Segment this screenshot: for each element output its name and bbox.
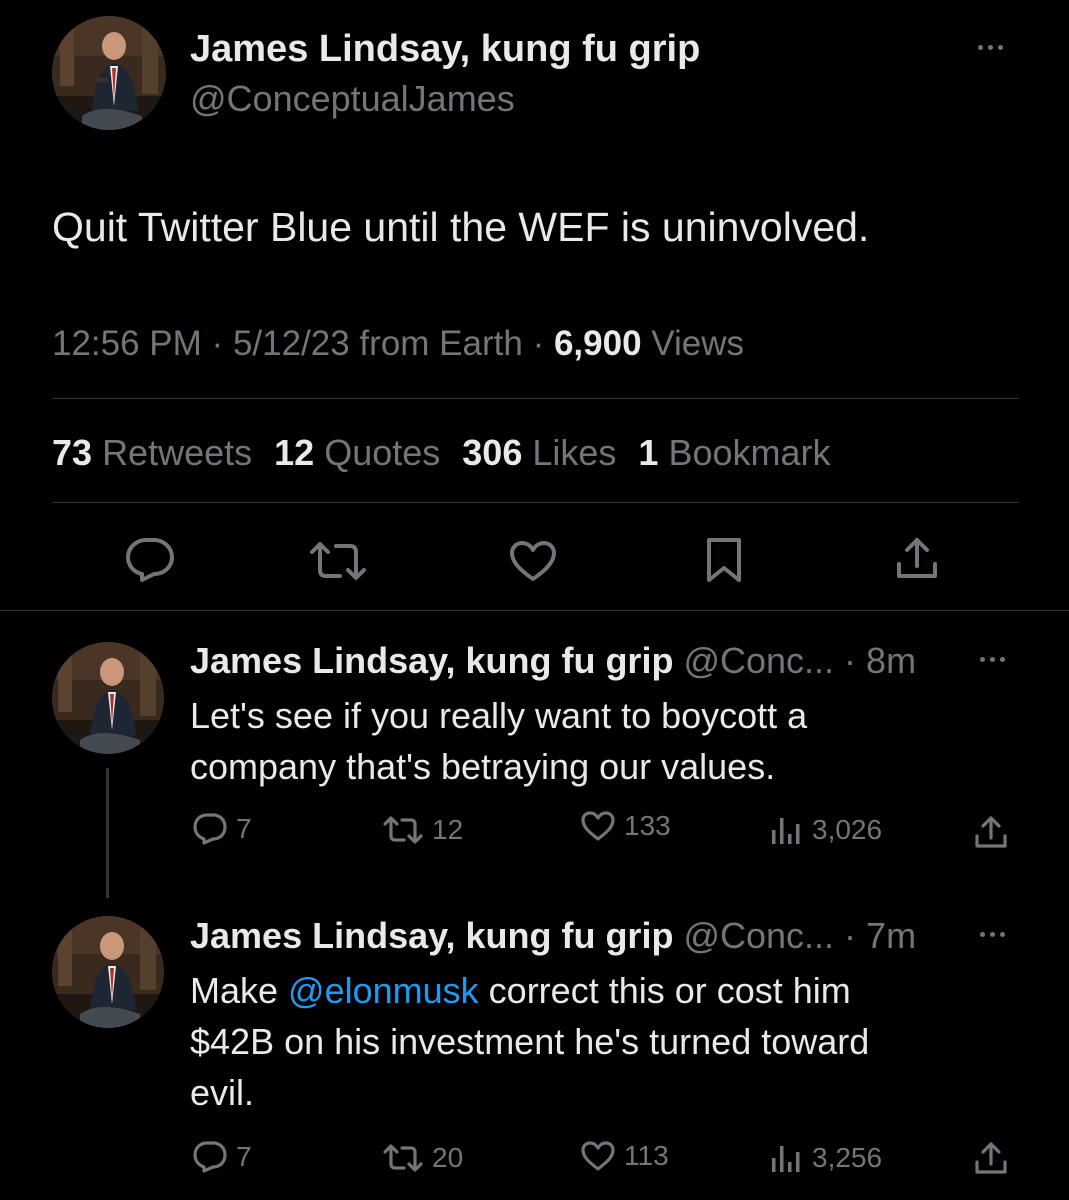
retweet-icon[interactable]	[308, 540, 368, 587]
more-options-icon[interactable]	[980, 932, 1005, 937]
share-icon	[975, 816, 1007, 848]
retweet-button[interactable]: 12	[382, 814, 463, 846]
retweet-count: 12	[432, 814, 464, 845]
reply-text-line: company that's betraying our values.	[190, 746, 776, 787]
views-icon	[772, 1146, 800, 1172]
more-options-icon[interactable]	[978, 45, 1003, 50]
retweets-label: Retweets	[102, 432, 253, 473]
bookmark-icon[interactable]	[704, 536, 744, 589]
bookmarks-stat[interactable]: 1 Bookmark	[638, 432, 830, 473]
reply-age[interactable]: 7m	[866, 915, 916, 956]
like-button[interactable]: 133	[580, 810, 671, 842]
author-name[interactable]: James Lindsay, kung fu grip	[190, 28, 700, 71]
reply-text: Let's see if you really want to boycott …	[190, 690, 1010, 792]
reply-text-prefix: Make	[190, 970, 289, 1011]
views-label: Views	[651, 324, 745, 363]
views-count: 3,026	[812, 814, 883, 845]
reply-count: 7	[236, 813, 252, 844]
like-icon[interactable]	[508, 539, 558, 588]
views-button[interactable]: 3,256	[770, 1142, 882, 1174]
reply-avatar[interactable]	[52, 642, 164, 754]
retweet-icon	[383, 1144, 423, 1172]
reply-icon	[193, 1141, 227, 1173]
reply-count: 7	[236, 1141, 252, 1172]
reply-age[interactable]: 8m	[866, 640, 916, 681]
retweet-button[interactable]: 20	[382, 1142, 463, 1174]
author-avatar[interactable]	[52, 16, 166, 130]
reply-text-line: Make @elonmusk correct this or cost him	[190, 965, 1010, 1016]
divider	[0, 610, 1069, 611]
author-handle[interactable]: @ConceptualJames	[190, 78, 515, 120]
bookmarks-count: 1	[638, 432, 659, 473]
mention-link[interactable]: @elonmusk	[288, 970, 479, 1011]
reply-text-line: Let's see if you really want to boycott …	[190, 695, 808, 736]
views-count: 3,256	[812, 1142, 883, 1173]
reply-author-name[interactable]: James Lindsay, kung fu grip	[190, 915, 673, 956]
share-button[interactable]	[974, 1140, 1008, 1176]
retweets-count: 73	[52, 432, 93, 473]
reply-text-line: $42B on his investment he's turned towar…	[190, 1021, 870, 1062]
meta-separator: ·	[834, 640, 867, 681]
tweet-meta: 12:56 PM · 5/12/23 from Earth · 6,900 Vi…	[52, 324, 744, 364]
bookmarks-label: Bookmark	[668, 432, 831, 473]
reply-header: James Lindsay, kung fu grip @Conc... · 7…	[190, 915, 916, 957]
tweet-time[interactable]: 12:56 PM	[52, 324, 202, 363]
retweets-stat[interactable]: 73 Retweets	[52, 432, 252, 473]
retweet-count: 20	[432, 1142, 464, 1173]
share-icon[interactable]	[894, 534, 940, 587]
likes-label: Likes	[532, 432, 617, 473]
thread-connector	[106, 768, 109, 898]
reply-icon	[193, 813, 227, 845]
reply-header: James Lindsay, kung fu grip @Conc... · 8…	[190, 640, 916, 682]
reply-author-handle[interactable]: @Conc...	[683, 915, 834, 956]
views-icon	[772, 818, 800, 844]
more-options-icon[interactable]	[980, 657, 1005, 662]
quotes-label: Quotes	[324, 432, 441, 473]
reply-icon[interactable]	[124, 536, 176, 589]
like-icon	[581, 811, 615, 841]
tweet-text: Quit Twitter Blue until the WEF is uninv…	[52, 204, 870, 250]
views-button[interactable]: 3,026	[770, 814, 882, 846]
share-button[interactable]	[974, 814, 1008, 850]
reply-text-suffix: correct this or cost him	[478, 970, 851, 1011]
divider	[52, 398, 1019, 399]
divider	[52, 502, 1019, 503]
like-count: 113	[624, 1140, 669, 1171]
likes-count: 306	[462, 432, 523, 473]
like-button[interactable]: 113	[580, 1140, 669, 1172]
reply-text-line: evil.	[190, 1072, 255, 1113]
share-icon	[975, 1142, 1007, 1174]
reply-author-name[interactable]: James Lindsay, kung fu grip	[190, 640, 673, 681]
quotes-count: 12	[274, 432, 315, 473]
like-icon	[581, 1141, 615, 1171]
meta-separator: ·	[532, 324, 545, 363]
retweet-icon	[383, 816, 423, 844]
views-count: 6,900	[553, 324, 642, 363]
quotes-stat[interactable]: 12 Quotes	[274, 432, 440, 473]
reply-avatar[interactable]	[52, 916, 164, 1028]
engagement-stats: 73 Retweets 12 Quotes 306 Likes 1 Bookmark	[52, 432, 831, 474]
reply-button[interactable]: 7	[192, 812, 252, 846]
meta-separator: ·	[834, 915, 867, 956]
reply-button[interactable]: 7	[192, 1140, 252, 1174]
tweet-date-source: 5/12/23 from Earth	[232, 324, 523, 363]
reply-text: Make @elonmusk correct this or cost him …	[190, 965, 1010, 1118]
likes-stat[interactable]: 306 Likes	[462, 432, 616, 473]
reply-author-handle[interactable]: @Conc...	[683, 640, 834, 681]
like-count: 133	[624, 810, 671, 841]
meta-separator: ·	[211, 324, 224, 363]
